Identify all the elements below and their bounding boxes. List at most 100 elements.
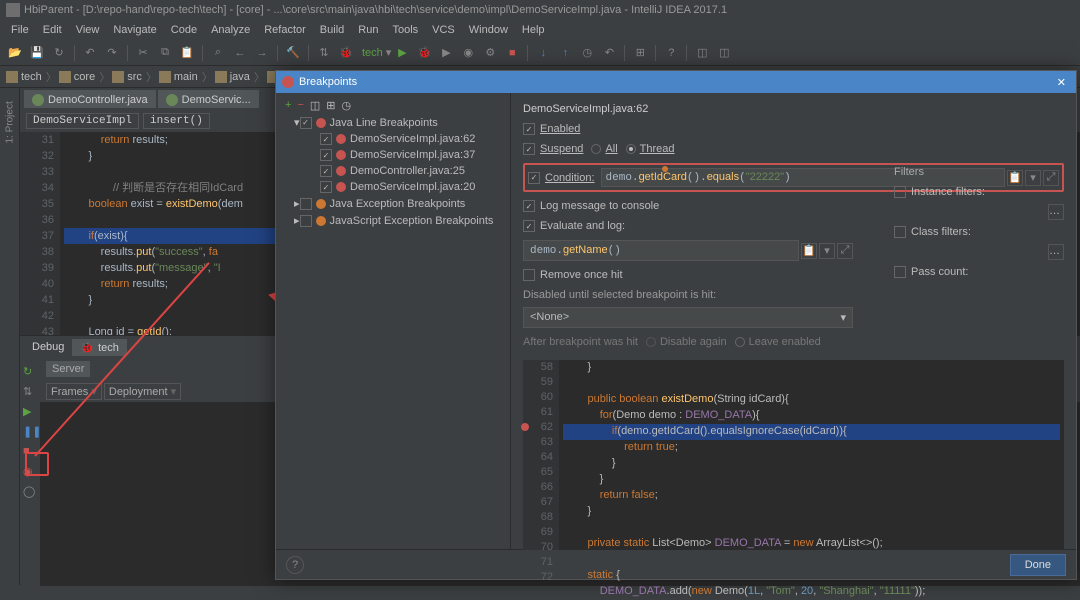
coverage-icon[interactable]: ▶: [437, 44, 455, 62]
tree-icon1[interactable]: ◫: [310, 99, 320, 112]
history-icon[interactable]: ◷: [578, 44, 596, 62]
eval-checkbox[interactable]: [523, 220, 535, 232]
disabled-until-select[interactable]: <None>▾: [523, 307, 853, 328]
menu-run[interactable]: Run: [351, 22, 385, 38]
config-icon[interactable]: ⇅: [315, 44, 333, 62]
eval-expand-icon[interactable]: ⤢: [837, 243, 853, 259]
suspend-checkbox[interactable]: [523, 143, 535, 155]
profile-icon[interactable]: ◉: [459, 44, 477, 62]
dialog-titlebar[interactable]: Breakpoints ✕: [276, 71, 1076, 93]
save-icon[interactable]: 💾: [28, 44, 46, 62]
menu-edit[interactable]: Edit: [36, 22, 69, 38]
tree-js-exc[interactable]: ▸ JavaScript Exception Breakpoints: [280, 212, 506, 229]
eval-icon2[interactable]: ▾: [819, 243, 835, 259]
add-bp-icon[interactable]: +: [285, 99, 291, 112]
find-icon[interactable]: ⌕: [209, 44, 227, 62]
thread-radio[interactable]: [626, 144, 636, 154]
leave-enabled-radio[interactable]: [735, 337, 745, 347]
condition-checkbox[interactable]: [528, 172, 540, 184]
sync-icon[interactable]: ↻: [50, 44, 68, 62]
attach-icon[interactable]: ⚙: [481, 44, 499, 62]
help-icon[interactable]: ?: [286, 556, 304, 574]
update-icon[interactable]: ⇅: [23, 385, 37, 399]
tree-bp-62[interactable]: DemoServiceImpl.java:62: [280, 131, 506, 147]
menu-help[interactable]: Help: [515, 22, 552, 38]
crumb-method[interactable]: insert(): [143, 113, 210, 129]
mute-icon[interactable]: ◯: [23, 485, 37, 499]
tree-bp-25[interactable]: DemoController.java:25: [280, 163, 506, 179]
eval-icon1[interactable]: 📋: [801, 243, 817, 259]
preview-code[interactable]: } public boolean existDemo(String idCard…: [559, 360, 1064, 550]
forward-icon[interactable]: →: [253, 44, 271, 62]
vcs-update-icon[interactable]: ↓: [534, 44, 552, 62]
enabled-checkbox[interactable]: [523, 123, 535, 135]
undo-icon[interactable]: ↶: [81, 44, 99, 62]
copy-icon[interactable]: ⧉: [156, 44, 174, 62]
left-toolwindow-bar: 1: Project: [0, 88, 20, 585]
bug-icon[interactable]: 🐞: [337, 44, 355, 62]
jrebel-icon[interactable]: ◫: [693, 44, 711, 62]
bc-src[interactable]: src: [112, 71, 142, 83]
run-config[interactable]: tech: [359, 47, 386, 59]
remove-checkbox[interactable]: [523, 269, 535, 281]
crumb-class[interactable]: DemoServiceImpl: [26, 113, 139, 129]
build-icon[interactable]: 🔨: [284, 44, 302, 62]
revert-icon[interactable]: ↶: [600, 44, 618, 62]
menu-vcs[interactable]: VCS: [425, 22, 462, 38]
cls-filter-checkbox[interactable]: [894, 226, 906, 238]
bc-main[interactable]: main: [159, 71, 198, 83]
tab-demoservice[interactable]: DemoServic...: [158, 90, 259, 108]
resume-icon[interactable]: ▶: [23, 405, 37, 419]
tree-java-line[interactable]: ▾ Java Line Breakpoints: [280, 114, 506, 131]
cls-filter-btn[interactable]: …: [1048, 244, 1064, 260]
rerun-icon[interactable]: ↻: [23, 365, 37, 379]
inst-filter-btn[interactable]: …: [1048, 204, 1064, 220]
debug-icon[interactable]: 🐞: [415, 44, 433, 62]
back-icon[interactable]: ←: [231, 44, 249, 62]
cut-icon[interactable]: ✂: [134, 44, 152, 62]
tree-icon3[interactable]: ◷: [342, 99, 352, 112]
search-icon[interactable]: ?: [662, 44, 680, 62]
menu-tools[interactable]: Tools: [385, 22, 425, 38]
bc-core[interactable]: core: [59, 71, 95, 83]
remove-bp-icon[interactable]: −: [297, 99, 303, 112]
tab-democontroller[interactable]: DemoController.java: [24, 90, 156, 108]
tree-bp-20[interactable]: DemoServiceImpl.java:20: [280, 179, 506, 195]
eval-input[interactable]: demo.getName(): [523, 240, 799, 261]
inst-filter-checkbox[interactable]: [894, 186, 906, 198]
menu-analyze[interactable]: Analyze: [204, 22, 257, 38]
bc-java[interactable]: java: [215, 71, 250, 83]
disable-again-radio[interactable]: [646, 337, 656, 347]
jrebel2-icon[interactable]: ◫: [715, 44, 733, 62]
structure-icon[interactable]: ⊞: [631, 44, 649, 62]
tech-debug-tab[interactable]: 🐞tech: [72, 339, 127, 356]
bc-tech[interactable]: tech: [6, 71, 42, 83]
menu-view[interactable]: View: [69, 22, 107, 38]
log-checkbox[interactable]: [523, 200, 535, 212]
all-radio[interactable]: [591, 144, 601, 154]
done-button[interactable]: Done: [1010, 554, 1066, 576]
vcs-commit-icon[interactable]: ↑: [556, 44, 574, 62]
tree-icon2[interactable]: ⊞: [326, 99, 335, 112]
server-tab[interactable]: Server: [46, 361, 90, 377]
menu-navigate[interactable]: Navigate: [106, 22, 163, 38]
pause-icon[interactable]: ❚❚: [23, 425, 37, 439]
tree-bp-37[interactable]: DemoServiceImpl.java:37: [280, 147, 506, 163]
close-icon[interactable]: ✕: [1053, 76, 1070, 89]
run-icon[interactable]: ▶: [393, 44, 411, 62]
tree-java-exc[interactable]: ▸ Java Exception Breakpoints: [280, 195, 506, 212]
open-icon[interactable]: 📂: [6, 44, 24, 62]
pass-count-checkbox[interactable]: [894, 266, 906, 278]
redo-icon[interactable]: ↷: [103, 44, 121, 62]
menu-refactor[interactable]: Refactor: [257, 22, 313, 38]
project-tab[interactable]: 1: Project: [5, 125, 16, 144]
debug-tab[interactable]: Debug: [24, 339, 72, 355]
menu-window[interactable]: Window: [462, 22, 515, 38]
menu-build[interactable]: Build: [313, 22, 351, 38]
menu-code[interactable]: Code: [164, 22, 204, 38]
deployment-label[interactable]: Deployment ▾: [104, 383, 181, 400]
menu-file[interactable]: File: [4, 22, 36, 38]
stop-icon[interactable]: ■: [503, 44, 521, 62]
paste-icon[interactable]: 📋: [178, 44, 196, 62]
frames-label[interactable]: Frames ▾: [46, 383, 102, 400]
